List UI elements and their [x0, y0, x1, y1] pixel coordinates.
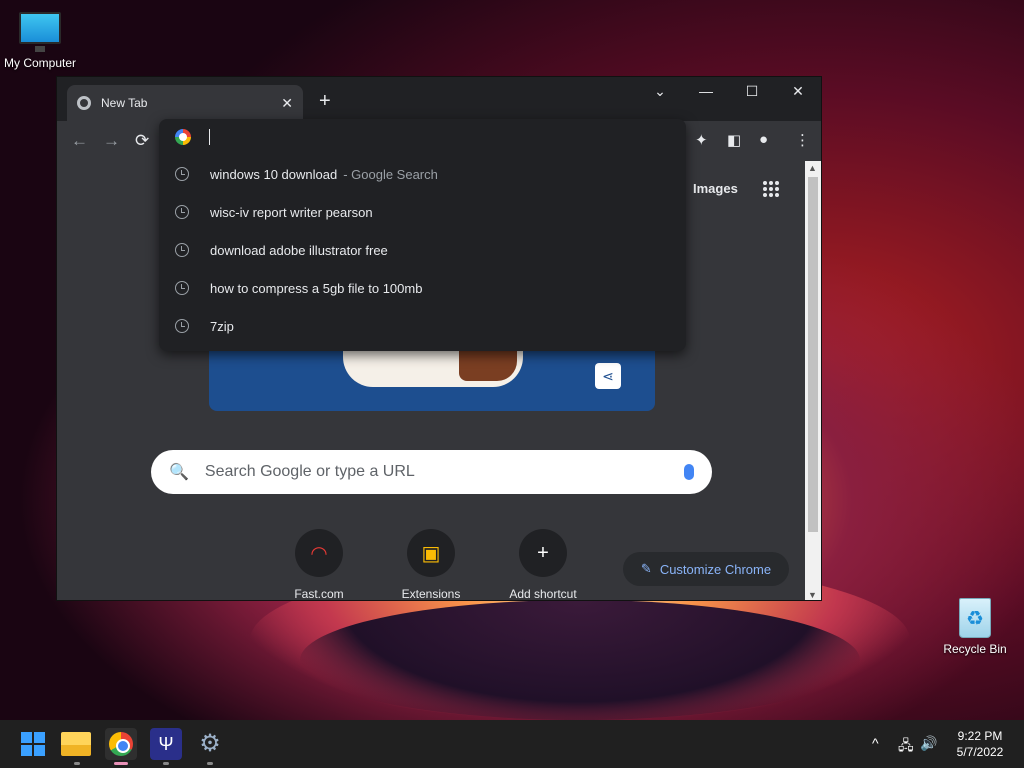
scroll-thumb[interactable] [808, 177, 818, 532]
start-button[interactable] [17, 728, 49, 760]
shortcut-label: Add shortcut [509, 587, 577, 601]
omnibox-input[interactable] [159, 119, 686, 155]
running-indicator [163, 762, 169, 765]
suggestion-text: download adobe illustrator free [210, 242, 388, 258]
suggestion-item[interactable]: 7zip [159, 307, 686, 345]
search-icon: 🔍 [169, 464, 189, 481]
running-indicator [74, 762, 80, 765]
psi-app-icon[interactable]: Ψ [150, 728, 182, 760]
plus-icon: + [519, 529, 567, 577]
apps-grid-icon[interactable] [763, 181, 779, 197]
active-indicator [114, 762, 128, 765]
tab-search-icon[interactable]: ⌄ [645, 83, 675, 100]
extensions-icon[interactable]: ✦ [695, 131, 708, 149]
close-button[interactable]: ✕ [783, 83, 813, 100]
profile-icon[interactable]: ● [759, 131, 768, 148]
chrome-favicon-icon [77, 96, 91, 110]
suggestion-item[interactable]: how to compress a 5gb file to 100mb [159, 269, 686, 307]
shortcut-fast-com[interactable]: ◠ Fast.com [271, 529, 367, 601]
chrome-icon[interactable] [105, 728, 137, 760]
side-panel-icon[interactable]: ◧ [727, 131, 741, 149]
fast-com-icon: ◠ [295, 529, 343, 577]
clock-date: 5/7/2022 [956, 745, 1004, 759]
tab-new-tab[interactable]: New Tab ✕ [67, 85, 303, 121]
system-clock[interactable]: 9:22 PM 5/7/2022 [940, 728, 1020, 760]
scroll-down-icon[interactable]: ▼ [808, 590, 817, 600]
suggestion-text: wisc-iv report writer pearson [210, 204, 373, 220]
wallpaper-arc [300, 600, 860, 720]
minimize-button[interactable]: — [691, 83, 721, 99]
volume-icon[interactable]: 🔊 [920, 735, 937, 752]
back-button[interactable]: ← [71, 131, 88, 151]
forward-button[interactable]: → [103, 131, 120, 151]
computer-icon [19, 12, 61, 52]
customize-label: Customize Chrome [659, 561, 772, 577]
shortcut-label: Fast.com [294, 587, 344, 601]
settings-icon[interactable]: ⚙ [194, 728, 226, 760]
show-hidden-icons-chevron-icon[interactable]: ^ [872, 735, 879, 751]
clock-time: 9:22 PM [957, 729, 1003, 743]
history-clock-icon [175, 281, 189, 295]
customize-chrome-button[interactable]: ✎ Customize Chrome [623, 552, 789, 586]
search-box[interactable]: 🔍 Search Google or type a URL [151, 450, 712, 494]
omnibox-dropdown: windows 10 download - Google Search wisc… [159, 119, 686, 351]
tab-title: New Tab [101, 96, 148, 110]
suggestion-text: 7zip [210, 318, 234, 334]
scroll-up-icon[interactable]: ▲ [808, 163, 817, 173]
images-link[interactable]: Images [693, 181, 738, 196]
vertical-scrollbar[interactable]: ▲ ▼ [805, 161, 821, 600]
recycle-bin-icon: ♻ [959, 598, 991, 638]
google-icon [175, 129, 191, 145]
suggestion-item[interactable]: wisc-iv report writer pearson [159, 193, 686, 231]
suggestion-text: how to compress a 5gb file to 100mb [210, 280, 423, 296]
file-explorer-icon[interactable] [61, 732, 91, 756]
network-icon[interactable]: 🖧 [898, 735, 914, 759]
doodle-image-accent [459, 351, 517, 381]
shortcut-label: Extensions [401, 587, 461, 601]
maximize-button[interactable]: ☐ [737, 83, 767, 100]
suggestion-item[interactable]: download adobe illustrator free [159, 231, 686, 269]
history-clock-icon [175, 205, 189, 219]
running-indicator [207, 762, 213, 765]
pencil-icon: ✎ [640, 561, 652, 576]
desktop-icon-label: Recycle Bin [943, 642, 1007, 656]
tab-close-icon[interactable]: ✕ [281, 95, 293, 112]
desktop-icon-label: My Computer [3, 56, 77, 70]
share-icon[interactable]: ⋖ [595, 363, 621, 389]
taskbar: Ψ ⚙ ^ 🖧 🔊 9:22 PM 5/7/2022 [0, 720, 1024, 768]
text-caret [209, 129, 210, 145]
history-clock-icon [175, 319, 189, 333]
desktop-icon-my-computer[interactable]: My Computer [0, 10, 80, 70]
search-placeholder: Search Google or type a URL [204, 463, 415, 480]
shortcut-add[interactable]: + Add shortcut [495, 529, 591, 601]
microphone-icon[interactable] [684, 464, 694, 480]
history-clock-icon [175, 243, 189, 257]
tab-strip: New Tab ✕ + ⌄ — ☐ ✕ [57, 77, 821, 121]
shortcut-extensions[interactable]: ▣ Extensions [383, 529, 479, 601]
suggestion-suffix: - Google Search [343, 166, 438, 182]
webstore-icon: ▣ [407, 529, 455, 577]
new-tab-button[interactable]: + [319, 91, 331, 111]
suggestion-item[interactable]: windows 10 download - Google Search [159, 155, 686, 193]
reload-button[interactable]: ⟳ [135, 131, 149, 151]
menu-icon[interactable]: ⋮ [795, 131, 810, 149]
history-clock-icon [175, 167, 189, 181]
desktop-icon-recycle-bin[interactable]: ♻ Recycle Bin [935, 598, 1015, 656]
suggestion-text: windows 10 download [210, 166, 338, 182]
